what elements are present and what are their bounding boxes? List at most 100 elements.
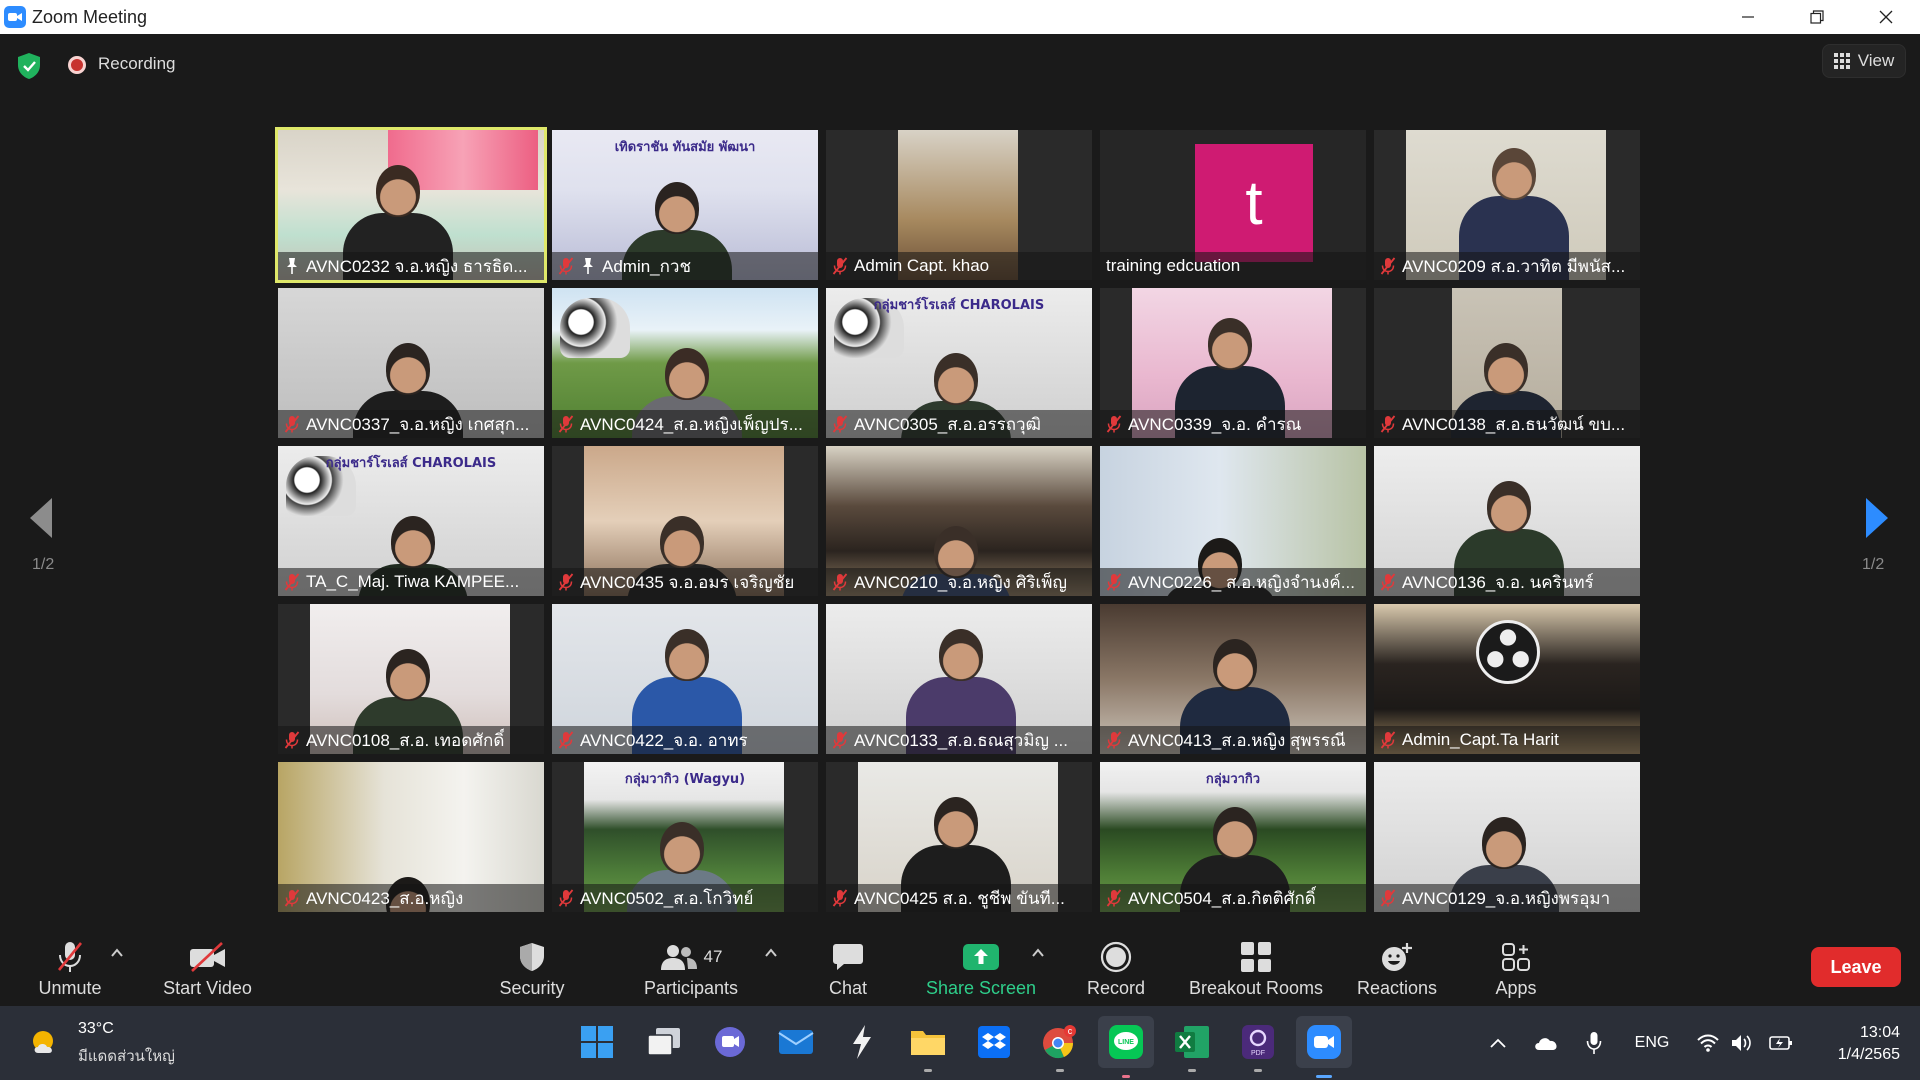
system-clock[interactable]: 13:04 1/4/2565	[1810, 1022, 1900, 1066]
participant-tile[interactable]: AVNC0210_จ.อ.หญิง ศิริเพ็ญ	[826, 446, 1092, 596]
participant-name: training edcuation	[1106, 256, 1241, 275]
pdf-app[interactable]: PDF	[1238, 1022, 1278, 1072]
participant-tile[interactable]: กลุ่มวากิว (Wagyu) AVNC0502_ส.อ.โกวิทย์	[552, 762, 818, 912]
line-app[interactable]: LINE	[1098, 1016, 1154, 1078]
participant-tile[interactable]: กลุ่มวากิว AVNC0504_ส.อ.กิตติศักดิ์	[1100, 762, 1366, 912]
obs-logo-icon	[1476, 620, 1540, 684]
participant-head	[934, 353, 978, 405]
participant-tile[interactable]: AVNC0136_จ.อ. นครินทร์	[1374, 446, 1640, 596]
participant-tile[interactable]: AVNC0435 จ.อ.อมร เจริญชัย	[552, 446, 818, 596]
encryption-shield-icon[interactable]	[16, 52, 42, 80]
minimize-button[interactable]	[1713, 0, 1782, 34]
chrome-app[interactable]: c	[1040, 1022, 1080, 1072]
muted-mic-icon	[832, 257, 848, 275]
chrome-icon: c	[1043, 1025, 1076, 1059]
dropbox-app[interactable]	[974, 1022, 1014, 1062]
participant-name-bar: Admin_Capt.Ta Harit	[1374, 726, 1640, 754]
participant-tile[interactable]: AVNC0129_จ.อ.หญิงพรอุมา	[1374, 762, 1640, 912]
muted-mic-icon	[832, 415, 848, 433]
window-title: Zoom Meeting	[32, 6, 148, 27]
security-shield-icon	[520, 942, 544, 971]
start-button[interactable]	[577, 1022, 617, 1062]
participant-tile[interactable]: Admin Capt. khao	[826, 130, 1092, 280]
participant-tile[interactable]: AVNC0232 จ.อ.หญิง ธารธิด...	[275, 127, 547, 283]
participant-tile[interactable]: AVNC0108_ส.อ. เทอดศักดิ์	[278, 604, 544, 754]
close-button[interactable]	[1851, 0, 1920, 34]
next-page-arrow-icon[interactable]	[1864, 496, 1890, 540]
security-button[interactable]: Security	[490, 930, 574, 1006]
chat-button[interactable]: Chat	[808, 930, 888, 1006]
excel-app[interactable]	[1172, 1022, 1212, 1072]
participant-name-bar: training edcuation	[1100, 252, 1366, 280]
participant-name: AVNC0138_ส.อ.ธนวัฒน์ ขบ...	[1402, 414, 1626, 434]
share-screen-button[interactable]: Share Screen	[922, 930, 1040, 1006]
participant-tile[interactable]: กลุ่มชาร์โรเลส์ CHAROLAIS AVNC0305_ส.อ.อร…	[826, 288, 1092, 438]
page-indicator-left: 1/2	[32, 556, 55, 573]
participant-tile[interactable]: Admin_Capt.Ta Harit	[1374, 604, 1640, 754]
participant-tile[interactable]: AVNC0424_ส.อ.หญิงเพ็ญปร...	[552, 288, 818, 438]
participants-options-chevron-icon[interactable]	[764, 946, 778, 960]
audio-options-chevron-icon[interactable]	[110, 946, 124, 960]
pdf-icon: PDF	[1242, 1025, 1274, 1059]
show-hidden-icons-button[interactable]	[1482, 1006, 1514, 1080]
participant-head	[391, 516, 435, 568]
participant-tile[interactable]: AVNC0423_ส.อ.หญิง	[278, 762, 544, 912]
participant-tile[interactable]: AVNC0337_จ.อ.หญิง เกศสุก...	[278, 288, 544, 438]
mail-app[interactable]	[776, 1022, 816, 1062]
participant-tile[interactable]: AVNC0413_ส.อ.หญิง สุพรรณี	[1100, 604, 1366, 754]
share-options-chevron-icon[interactable]	[1031, 946, 1045, 960]
apps-icon	[1502, 942, 1530, 971]
volume-tray[interactable]	[1726, 1006, 1756, 1080]
task-view-button[interactable]	[644, 1022, 684, 1062]
breakout-rooms-button[interactable]: Breakout Rooms	[1185, 930, 1327, 1006]
battery-tray[interactable]	[1765, 1006, 1797, 1080]
onedrive-tray[interactable]	[1530, 1006, 1562, 1080]
participant-head	[660, 822, 704, 874]
input-language[interactable]: ENG	[1626, 1006, 1678, 1080]
participant-name: AVNC0339_จ.อ. คำรณ	[1128, 414, 1302, 434]
microphone-tray[interactable]	[1578, 1006, 1610, 1080]
participant-tile[interactable]: กลุ่มชาร์โรเลส์ CHAROLAIS TA_C_Maj. Tiwa …	[278, 446, 544, 596]
record-button[interactable]: Record	[1076, 930, 1156, 1006]
microphone-icon	[1586, 1032, 1602, 1054]
leave-button[interactable]: Leave	[1811, 947, 1901, 987]
participant-tile[interactable]: AVNC0339_จ.อ. คำรณ	[1100, 288, 1366, 438]
reactions-button[interactable]: Reactions	[1356, 930, 1438, 1006]
prev-page-arrow-icon[interactable]	[28, 496, 54, 540]
muted-mic-icon	[558, 415, 574, 433]
start-video-label: Start Video	[163, 977, 252, 998]
apps-button[interactable]: Apps	[1476, 930, 1556, 1006]
participant-tile[interactable]: AVNC0422_จ.อ. อาทร	[552, 604, 818, 754]
participant-name: Admin Capt. khao	[854, 256, 990, 275]
app-bolt[interactable]	[842, 1022, 882, 1062]
participant-name: AVNC0232 จ.อ.หญิง ธารธิด...	[306, 256, 528, 276]
chrome-badge: c	[1068, 1026, 1073, 1036]
restore-button[interactable]	[1782, 0, 1851, 34]
participant-tile[interactable]: AVNC0209 ส.อ.วาทิต มีพนัส...	[1374, 130, 1640, 280]
participants-icon	[660, 944, 697, 970]
participant-tile[interactable]: เทิดราชัน ทันสมัย พัฒนา Admin_กวช	[552, 130, 818, 280]
virtual-background-banner: กลุ่มวากิว	[1205, 772, 1261, 787]
participant-tile[interactable]: AVNC0425 ส.อ. ชูชีพ ขันที...	[826, 762, 1092, 912]
muted-mic-icon	[1380, 731, 1396, 749]
muted-mic-icon	[1380, 415, 1396, 433]
participant-tile[interactable]: AVNC0138_ส.อ.ธนวัฒน์ ขบ...	[1374, 288, 1640, 438]
participant-tile[interactable]: t training edcuation	[1100, 130, 1366, 280]
zoom-app[interactable]	[1296, 1016, 1352, 1078]
participant-head	[1484, 343, 1528, 395]
participant-tile[interactable]: AVNC0133_ส.อ.ธณสุวมิญ ...	[826, 604, 1092, 754]
participant-tile[interactable]: AVNC0226_ ส.อ.หญิงจำนงค์...	[1100, 446, 1366, 596]
weather-sun-icon[interactable]	[30, 1027, 60, 1057]
file-explorer-app[interactable]	[908, 1022, 948, 1072]
view-button[interactable]: View	[1822, 44, 1906, 78]
participant-name-bar: Admin Capt. khao	[826, 252, 1092, 280]
recording-label: Recording	[98, 54, 176, 73]
participants-button[interactable]: 47 Participants	[630, 930, 752, 1006]
unmute-button[interactable]: Unmute	[20, 930, 120, 1006]
participant-name: AVNC0435 จ.อ.อมร เจริญชัย	[580, 572, 795, 592]
start-video-button[interactable]: Start Video	[150, 930, 265, 1006]
reactions-label: Reactions	[1356, 977, 1438, 998]
wifi-tray[interactable]	[1692, 1006, 1724, 1080]
participant-name: TA_C_Maj. Tiwa KAMPEE...	[306, 572, 520, 591]
teams-chat-app[interactable]	[710, 1022, 750, 1062]
